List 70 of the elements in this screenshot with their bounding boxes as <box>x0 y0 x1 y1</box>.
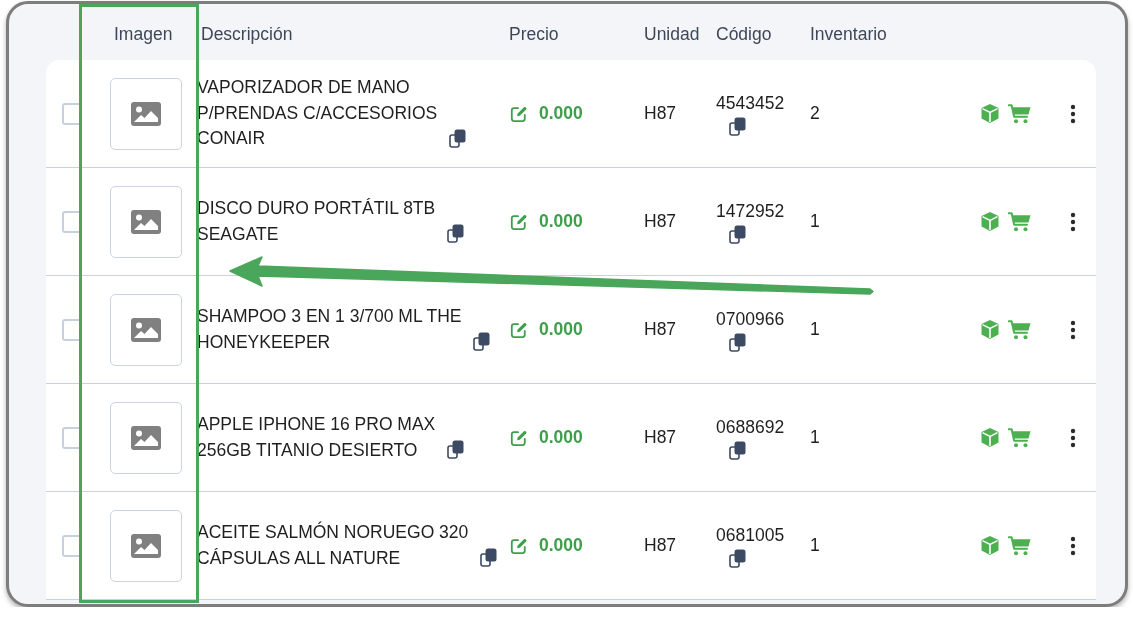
cube-icon[interactable] <box>980 103 1000 124</box>
product-description: APPLE IPHONE 16 PRO MAX 256GB TITANIO DESIERTO <box>197 413 437 462</box>
edit-icon[interactable] <box>510 213 527 230</box>
inventory-count: 1 <box>810 211 820 232</box>
column-header: Precio <box>509 23 559 44</box>
edit-icon[interactable] <box>510 537 527 554</box>
row-checkbox[interactable] <box>62 318 79 341</box>
image-icon <box>131 101 161 126</box>
copy-icon[interactable] <box>729 549 746 568</box>
product-price: 0.000 <box>539 318 583 342</box>
product-price: 0.000 <box>539 210 583 234</box>
copy-icon[interactable] <box>447 440 464 459</box>
copy-icon[interactable] <box>449 128 466 148</box>
image-icon <box>131 209 161 234</box>
copy-icon[interactable] <box>480 548 497 567</box>
row-checkbox[interactable] <box>62 534 79 557</box>
column-header: Código <box>716 23 772 44</box>
product-description: VAPORIZADOR DE MANO P/PRENDAS C/ACCESORIOS CONAIR <box>197 76 439 151</box>
image-icon <box>131 317 161 342</box>
cube-icon[interactable] <box>980 211 1000 232</box>
product-code: 0688692 <box>716 417 785 437</box>
copy-icon[interactable] <box>473 332 490 351</box>
copy-icon[interactable] <box>447 224 464 243</box>
column-header: Unidad <box>644 23 700 44</box>
product-price: 0.000 <box>539 534 583 558</box>
more-options-icon[interactable] <box>1070 535 1076 556</box>
unit-text: H87 <box>644 211 677 232</box>
more-options-icon[interactable] <box>1070 211 1076 232</box>
cart-icon[interactable] <box>1008 319 1031 340</box>
product-code: 4543452 <box>716 93 785 113</box>
unit-text: H87 <box>644 535 677 556</box>
cart-icon[interactable] <box>1008 427 1031 448</box>
copy-icon[interactable] <box>729 441 746 460</box>
copy-icon[interactable] <box>729 117 746 136</box>
copy-icon[interactable] <box>729 225 746 244</box>
cube-icon[interactable] <box>980 319 1000 340</box>
edit-icon[interactable] <box>510 105 527 122</box>
copy-icon[interactable] <box>729 333 746 352</box>
row-checkbox[interactable] <box>62 210 79 233</box>
product-code: 1472952 <box>716 201 785 221</box>
more-options-icon[interactable] <box>1070 427 1076 448</box>
column-header: Imagen <box>114 23 173 44</box>
cart-icon[interactable] <box>1008 535 1031 556</box>
product-price: 0.000 <box>539 102 583 126</box>
column-header: Descripción <box>201 23 293 44</box>
unit-text: H87 <box>644 103 677 124</box>
unit-text: H87 <box>644 427 677 448</box>
row-checkbox[interactable] <box>62 426 79 449</box>
cart-icon[interactable] <box>1008 211 1031 232</box>
inventory-count: 1 <box>810 319 820 340</box>
unit-text: H87 <box>644 319 677 340</box>
more-options-icon[interactable] <box>1070 319 1076 340</box>
inventory-count: 1 <box>810 535 820 556</box>
inventory-count: 1 <box>810 427 820 448</box>
product-code: 0700966 <box>716 309 785 329</box>
product-description: ACEITE SALMÓN NORUEGO 320 CÁPSULAS ALL NATURE <box>197 520 470 570</box>
product-price: 0.000 <box>539 426 583 450</box>
product-description: SHAMPOO 3 EN 1 3/700 ML THE HONEYKEEPER <box>197 305 463 354</box>
row-checkbox[interactable] <box>62 102 79 125</box>
image-icon <box>131 425 161 450</box>
cube-icon[interactable] <box>980 535 1000 556</box>
column-header: Inventario <box>810 23 887 44</box>
edit-icon[interactable] <box>510 321 527 338</box>
edit-icon[interactable] <box>510 429 527 446</box>
inventory-count: 2 <box>810 103 820 124</box>
product-code: 0681005 <box>716 525 785 545</box>
cube-icon[interactable] <box>980 427 1000 448</box>
image-icon <box>131 533 161 558</box>
cart-icon[interactable] <box>1008 103 1031 124</box>
more-options-icon[interactable] <box>1070 103 1076 124</box>
